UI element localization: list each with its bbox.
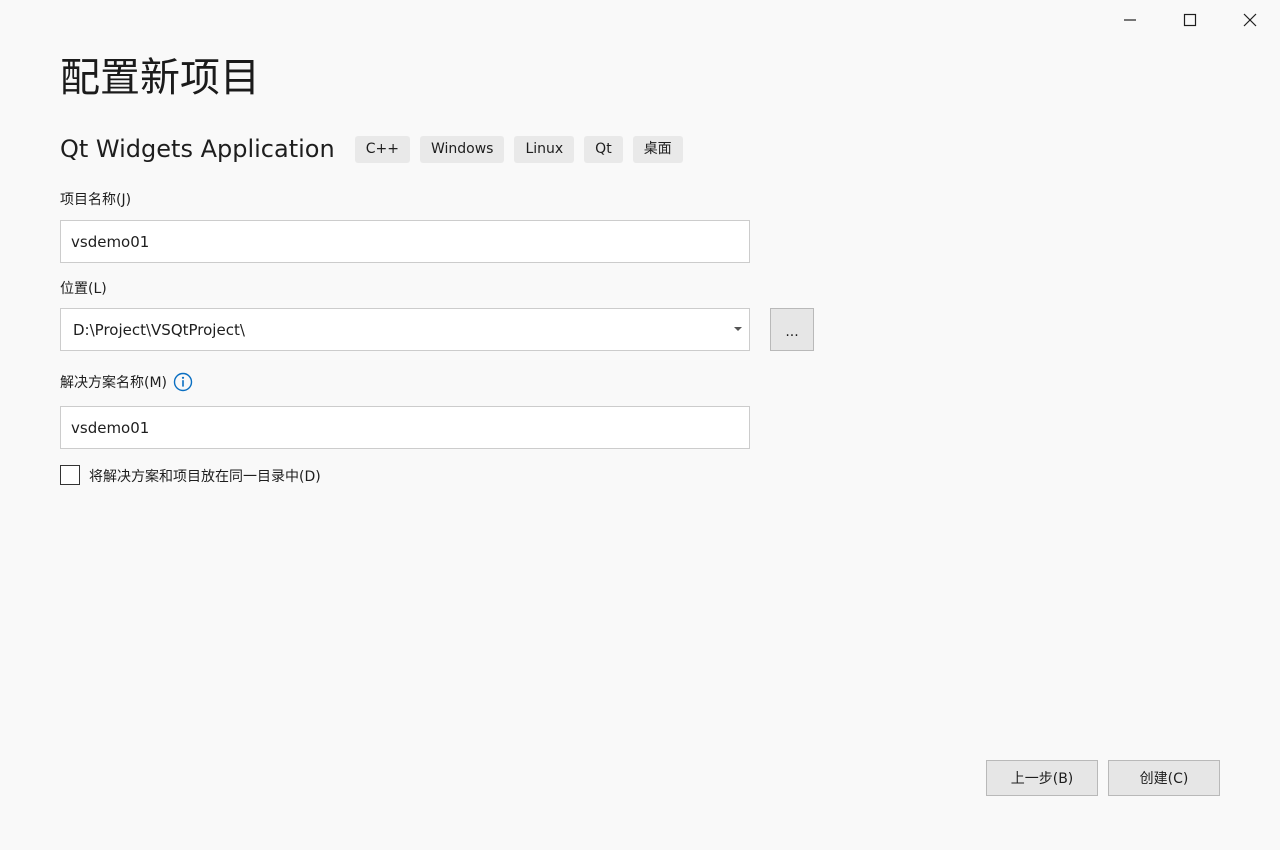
tag-windows: Windows [419,135,505,163]
tag-desktop: 桌面 [632,135,683,163]
create-button[interactable]: 创建(C) [1108,760,1220,796]
dropdown-arrow-icon[interactable] [729,309,747,350]
solution-name-label-row: 解决方案名称(M) [60,372,193,392]
solution-name-input[interactable] [60,406,750,449]
maximize-button[interactable] [1160,0,1220,40]
tag-cpp: C++ [354,135,410,163]
maximize-icon [1183,13,1197,27]
solution-name-label: 解决方案名称(M) [60,375,168,391]
template-summary: Qt Widgets Application C++ Windows Linux… [60,134,693,164]
same-directory-label: 将解决方案和项目放在同一目录中(D) [89,469,321,485]
tag-linux: Linux [514,135,575,163]
browse-button[interactable]: ... [770,308,814,351]
close-icon [1243,13,1257,27]
minimize-button[interactable] [1100,0,1160,40]
project-name-label: 项目名称(J) [60,192,132,208]
info-icon[interactable] [173,372,193,392]
tag-qt: Qt [584,135,623,163]
close-button[interactable] [1220,0,1280,40]
page-title: 配置新项目 [60,55,260,101]
same-directory-option[interactable]: 将解决方案和项目放在同一目录中(D) [60,463,321,486]
location-label: 位置(L) [60,281,107,297]
location-value: D:\Project\VSQtProject\ [73,320,245,339]
back-button[interactable]: 上一步(B) [986,760,1098,796]
same-directory-checkbox[interactable] [60,464,80,485]
minimize-icon [1124,19,1136,21]
project-name-input[interactable] [60,220,750,263]
template-name: Qt Widgets Application [60,135,335,163]
location-combobox[interactable]: D:\Project\VSQtProject\ [60,308,750,351]
window-controls [1100,0,1280,40]
